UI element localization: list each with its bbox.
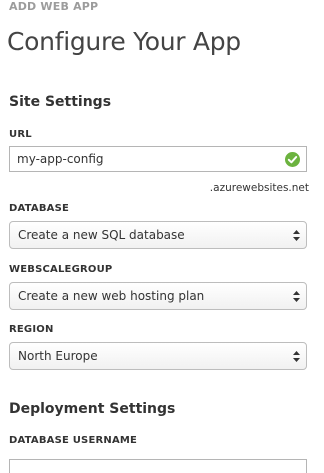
url-label: URL: [9, 129, 32, 140]
select-arrows-icon: [293, 351, 300, 362]
webscalegroup-label: WEBSCALEGROUP: [9, 264, 113, 275]
webscalegroup-select-value: Create a new web hosting plan: [18, 289, 205, 303]
url-input-value: my-app-config: [17, 152, 104, 166]
database-select-value: Create a new SQL database: [18, 228, 185, 242]
database-label: DATABASE: [9, 203, 70, 214]
url-input[interactable]: my-app-config: [9, 146, 307, 172]
database-select[interactable]: Create a new SQL database: [9, 221, 307, 249]
page-title: Configure Your App: [7, 27, 241, 56]
url-domain-suffix: .azurewebsites.net: [209, 182, 309, 194]
check-circle-icon: [285, 152, 300, 167]
region-select[interactable]: North Europe: [9, 342, 307, 370]
database-username-input[interactable]: [9, 459, 307, 473]
region-label: REGION: [9, 324, 54, 335]
select-arrows-icon: [293, 291, 300, 302]
region-select-value: North Europe: [18, 349, 98, 363]
site-settings-heading: Site Settings: [9, 94, 112, 110]
deployment-settings-heading: Deployment Settings: [9, 401, 176, 417]
select-arrows-icon: [293, 230, 300, 241]
webscalegroup-select[interactable]: Create a new web hosting plan: [9, 282, 307, 310]
database-username-label: DATABASE USERNAME: [9, 435, 138, 446]
dialog-header-label: ADD WEB APP: [9, 0, 99, 13]
